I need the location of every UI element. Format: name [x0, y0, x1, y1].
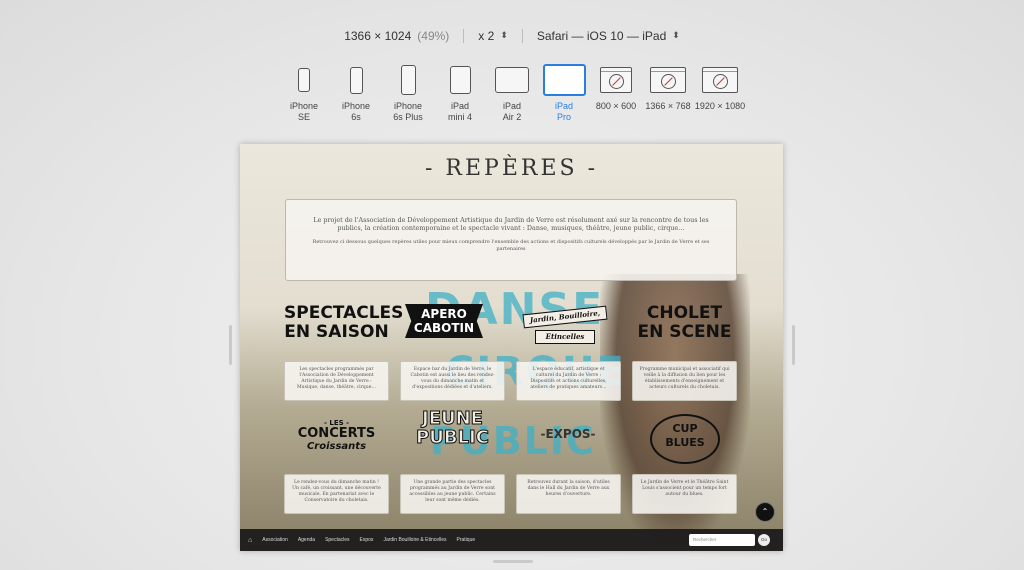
card-apero: Espace bar du Jardin de Verre, le Caboti…: [400, 361, 505, 401]
card-cholet: Programme municipal et associatif qui ve…: [632, 361, 737, 401]
logo-text: Etincelles: [535, 330, 595, 344]
logo-text: JEUNE: [422, 408, 484, 429]
card-jardin: L'espace éducatif, artistique et culture…: [516, 361, 621, 401]
logo-expos[interactable]: -EXPOS-: [523, 427, 613, 441]
tablet-landscape-icon: [542, 64, 586, 96]
device-label: 1920 × 1080: [694, 101, 746, 111]
device-iphone-se[interactable]: iPhone SE: [278, 62, 330, 123]
safari-window-icon: [650, 67, 686, 93]
logo-text: SPECTACLES: [284, 303, 404, 323]
device-label: iPhone: [289, 101, 319, 111]
responsive-toolbar: 1366 × 1024 (49%) x 2 ⬍ Safari — iOS 10 …: [0, 26, 1024, 46]
logo-text: EN SAISON: [284, 322, 389, 342]
logo-text: BLUES: [665, 436, 705, 449]
scroll-to-top-button[interactable]: ⌃: [755, 502, 775, 522]
logo-text: EN SCENE: [637, 322, 732, 342]
logo-text: CUP: [672, 422, 698, 435]
device-label: iPhone: [341, 101, 371, 111]
device-iphone-6s[interactable]: iPhone 6s: [330, 62, 382, 123]
device-1920x1080[interactable]: 1920 × 1080: [694, 62, 746, 123]
phone-icon: [400, 65, 416, 95]
device-ipad-pro[interactable]: iPad Pro: [538, 62, 590, 123]
device-label: 1366 × 768: [645, 101, 691, 111]
logo-apero-cabotin[interactable]: APERO CABOTIN: [405, 304, 483, 338]
search-go-button[interactable]: Go: [758, 534, 770, 546]
browser-select[interactable]: Safari — iOS 10 — iPad ⬍: [523, 29, 694, 43]
tablet-landscape-icon: [495, 67, 529, 93]
resolution-label: 1366 × 1024: [344, 29, 412, 43]
logo-cup-of-blues[interactable]: CUP BLUES: [650, 414, 720, 464]
logo-text: Croissants: [306, 441, 367, 452]
preview-viewport: DANSE CIRQUE PUBLIC - REPÈRES - Le proje…: [240, 144, 783, 551]
pixel-ratio-select[interactable]: x 2 ⬍: [464, 29, 522, 43]
phone-icon: [349, 66, 363, 94]
phone-icon: [298, 68, 310, 92]
resize-handle-right[interactable]: [792, 325, 795, 365]
logo-text: CHOLET: [646, 303, 723, 323]
logo-spectacles-en-saison[interactable]: SPECTACLES EN SAISON: [284, 303, 404, 342]
card-expos: Retrouvez durant la saison, d'utiles dan…: [516, 474, 621, 514]
safari-window-icon: [600, 67, 632, 93]
device-ipad-mini-4[interactable]: iPad mini 4: [434, 62, 486, 123]
nav-item-agenda[interactable]: Agenda: [298, 537, 315, 543]
intro-box: Le projet de l'Association de Développem…: [285, 199, 737, 281]
resize-handle-bottom[interactable]: [493, 560, 533, 563]
page-title: - REPÈRES -: [424, 156, 599, 181]
card-spectacles: Les spectacles programmés par l'Associat…: [284, 361, 389, 401]
device-ipad-air-2[interactable]: iPad Air 2: [486, 62, 538, 123]
logo-jardin-bouilloire-etincelles[interactable]: Jardin, Bouilloire, Etincelles: [522, 305, 608, 344]
device-label: iPad: [502, 101, 521, 111]
updown-chevron-icon: ⬍: [500, 29, 508, 40]
home-icon[interactable]: ⌂: [248, 537, 252, 544]
nav-item-association[interactable]: Association: [262, 537, 288, 543]
logo-text: CONCERTS: [297, 426, 376, 441]
card-jeune-public: Une grande partie des spectacles program…: [400, 474, 505, 514]
device-iphone-6s-plus[interactable]: iPhone 6s Plus: [382, 62, 434, 123]
device-sublabel: 6s: [351, 112, 361, 122]
card-cup-of-blues: Le Jardin de Verre et le Théâtre Saint L…: [632, 474, 737, 514]
device-800x600[interactable]: 800 × 600: [590, 62, 642, 123]
site-nav: ⌂ Association Agenda Spectacles Expos Ja…: [240, 529, 783, 551]
logo-text: CABOTIN: [413, 321, 475, 335]
device-picker: iPhone SE iPhone 6s iPhone 6s Plus iPad …: [0, 62, 1024, 123]
device-sublabel: Air 2: [502, 112, 522, 122]
search-input[interactable]: Rechercher: [689, 534, 755, 546]
device-label: iPad: [554, 101, 573, 111]
nav-item-pratique[interactable]: Pratique: [457, 537, 476, 543]
device-label: iPhone: [393, 101, 423, 111]
scale-label: (49%): [417, 29, 450, 43]
device-sublabel: SE: [297, 112, 310, 122]
device-sublabel: Pro: [556, 112, 571, 122]
intro-subtext: Retrouvez ci dessous quelques repères ut…: [312, 239, 710, 252]
logo-jeune-public[interactable]: JEUNE PUBLIC: [405, 408, 500, 448]
device-label: 800 × 600: [595, 101, 637, 111]
device-sublabel: mini 4: [447, 112, 472, 122]
logo-concerts-croissants[interactable]: - LES - CONCERTS Croissants: [284, 419, 389, 452]
tablet-icon: [449, 66, 471, 94]
logo-text: PUBLIC: [416, 427, 490, 448]
card-concerts: Le rendez-vous du dimanche matin ! Un ca…: [284, 474, 389, 514]
nav-item-expos[interactable]: Expos: [360, 537, 374, 543]
device-1366x768[interactable]: 1366 × 768: [642, 62, 694, 123]
nav-item-spectacles[interactable]: Spectacles: [325, 537, 349, 543]
device-sublabel: 6s Plus: [393, 112, 423, 122]
device-label: iPad: [450, 101, 469, 111]
logo-text: APERO: [421, 307, 467, 321]
resize-handle-left[interactable]: [229, 325, 232, 365]
resolution-group: 1366 × 1024 (49%): [330, 29, 463, 43]
safari-window-icon: [702, 67, 738, 93]
pixel-ratio-label: x 2: [478, 29, 495, 43]
intro-text: Le projet de l'Association de Développem…: [313, 216, 709, 233]
logo-cholet-en-scene[interactable]: CHOLET EN SCENE: [632, 304, 737, 342]
browser-label: Safari — iOS 10 — iPad: [536, 29, 667, 43]
nav-item-jardin[interactable]: Jardin Bouilloire & Etincelles: [383, 537, 446, 543]
updown-chevron-icon: ⬍: [672, 29, 680, 40]
logo-text: Jardin, Bouilloire,: [522, 305, 608, 329]
